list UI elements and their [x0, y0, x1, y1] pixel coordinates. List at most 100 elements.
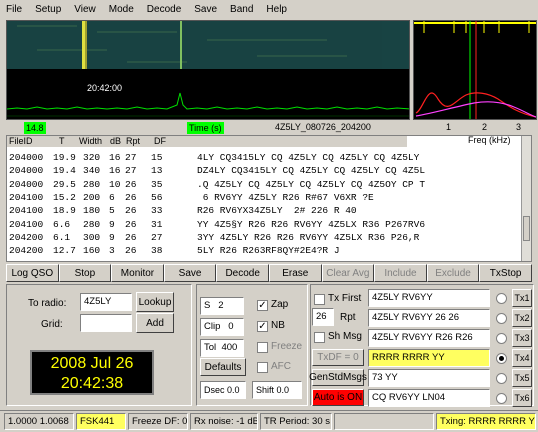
decode-df: 31 — [151, 218, 163, 230]
decode-t: 6.1 — [53, 231, 71, 243]
tx4-message[interactable]: RRRR RRRR YY — [368, 349, 490, 367]
decode-message: R26 RV6YX34Z5LY 2# 226 R 40 — [197, 205, 357, 217]
decode-df: 56 — [151, 191, 163, 203]
left-value-label: 14.8 — [24, 122, 46, 134]
zap-checkbox[interactable]: ✓ — [257, 300, 268, 311]
monitor-button[interactable]: Monitor — [111, 264, 164, 282]
decode-db: 10 — [109, 178, 121, 190]
status-ratio: 1.0000 1.0068 — [4, 413, 74, 430]
tx1-button[interactable]: Tx1 — [512, 289, 532, 307]
status-freeze: Freeze DF: 0 — [128, 413, 188, 430]
stop-button[interactable]: Stop — [58, 264, 112, 282]
decode-width: 300 — [83, 231, 101, 243]
decode-width: 200 — [83, 191, 101, 203]
header-db: dB — [110, 136, 122, 146]
rpt-label: Rpt — [340, 312, 356, 323]
afc-checkbox[interactable] — [257, 362, 268, 373]
shift-field[interactable]: Shift 0.0 — [252, 381, 302, 399]
clip-field[interactable]: Clip 0 — [200, 318, 244, 336]
tx6-button[interactable]: Tx6 — [512, 389, 532, 407]
txstop-button[interactable]: TxStop — [479, 264, 532, 282]
auto-button[interactable]: Auto is ON — [312, 389, 364, 406]
tx2-message[interactable]: 4Z5LY RV6YY 26 26 — [368, 309, 490, 327]
decode-t: 12.7 — [53, 245, 76, 257]
log-qso-button[interactable]: Log QSO — [6, 264, 59, 282]
status-spacer — [334, 413, 434, 430]
decode-message: 5LY R26 R263RF8QY#2E4?R J — [197, 245, 340, 257]
decode-t: 6.6 — [53, 218, 71, 230]
clock-time: 20:42:38 — [60, 375, 124, 392]
menu-setup[interactable]: Setup — [35, 4, 61, 15]
tx2-button[interactable]: Tx2 — [512, 309, 532, 327]
decode-db: 16 — [109, 165, 121, 177]
decode-width: 160 — [83, 245, 101, 257]
tx2-radio[interactable] — [496, 313, 507, 324]
lookup-button[interactable]: Lookup — [136, 292, 174, 312]
decode-scrollbar[interactable] — [521, 136, 531, 261]
tx3-button[interactable]: Tx3 — [512, 329, 532, 347]
dsec-field[interactable]: Dsec 0.0 — [200, 381, 246, 399]
tx5-radio[interactable] — [496, 373, 507, 384]
menu-help[interactable]: Help — [266, 4, 287, 15]
tx3-message[interactable]: 4Z5LY RV6YY R26 R26 — [368, 329, 490, 347]
decode-t: 19.9 — [53, 152, 76, 163]
tx6-radio[interactable] — [496, 393, 507, 404]
menu-save[interactable]: Save — [194, 4, 217, 15]
decode-t: 15.2 — [53, 191, 76, 203]
nb-checkbox[interactable]: ✓ — [257, 321, 268, 332]
decode-message: 3YY 4Z5LY R26 R26 RV6YY 4Z5LX R36 P26,R — [197, 231, 420, 243]
menu-band[interactable]: Band — [230, 4, 253, 15]
erase-button[interactable]: Erase — [268, 264, 322, 282]
header-width: Width — [79, 136, 103, 146]
clear-avg-button[interactable]: Clear Avg — [321, 264, 375, 282]
tx4-button[interactable]: Tx4 — [512, 349, 532, 367]
add-button[interactable]: Add — [136, 313, 174, 333]
decode-rpt: 26 — [125, 218, 137, 230]
tol-field[interactable]: Tol 400 — [200, 339, 244, 357]
spectrum-display[interactable] — [413, 20, 537, 120]
menu-view[interactable]: View — [74, 4, 96, 15]
menu-decode[interactable]: Decode — [147, 4, 181, 15]
gen-std-msgs-button[interactable]: GenStdMsgs — [309, 369, 367, 386]
decode-width: 340 — [83, 165, 101, 177]
txdf-button[interactable]: TxDF = 0 — [312, 349, 364, 366]
rpt-input[interactable]: 26 — [312, 308, 334, 326]
decode-df: 15 — [151, 152, 163, 163]
tx3-radio[interactable] — [496, 333, 507, 344]
clock-date: 2008 Jul 26 — [50, 355, 134, 372]
tx4-radio[interactable] — [496, 353, 507, 364]
file-name-label: 4Z5LY_080726_204200 — [275, 122, 371, 132]
decode-db: 5 — [109, 205, 115, 217]
grid-label: Grid: — [41, 319, 63, 330]
tx1-radio[interactable] — [496, 293, 507, 304]
menu-mode[interactable]: Mode — [109, 4, 134, 15]
tx-first-label: Tx First — [328, 293, 362, 304]
time-axis-label: Time (s) — [187, 122, 224, 134]
decoded-text-area[interactable]: FileID T Width dB Rpt DF 204000 19.9 320 16… — [6, 135, 532, 262]
decode-scroll-thumb[interactable] — [523, 216, 530, 241]
tx5-button[interactable]: Tx5 — [512, 369, 532, 387]
include-button[interactable]: Include — [374, 264, 427, 282]
decode-t: 18.9 — [53, 205, 76, 217]
tx6-message[interactable]: CQ RV6YY LN04 — [368, 389, 490, 407]
decode-df: 13 — [151, 165, 163, 177]
afc-label: AFC — [271, 361, 291, 372]
save-button[interactable]: Save — [163, 264, 217, 282]
menu-file[interactable]: File — [6, 4, 22, 15]
decode-t: 19.4 — [53, 165, 76, 177]
s-field[interactable]: S 2 — [200, 297, 244, 315]
tx1-message[interactable]: 4Z5LY RV6YY — [368, 289, 490, 307]
exclude-button[interactable]: Exclude — [426, 264, 480, 282]
decode-fileid: 204200 — [9, 231, 44, 243]
grid-input[interactable] — [80, 314, 132, 332]
decode-df: 38 — [151, 245, 163, 257]
to-radio-input[interactable]: 4Z5LY — [80, 293, 132, 311]
tx-first-checkbox[interactable] — [314, 294, 325, 305]
tx5-message[interactable]: 73 YY — [368, 369, 490, 387]
freeze-checkbox[interactable] — [257, 342, 268, 353]
waterfall-display[interactable]: 20:42:00 — [6, 20, 410, 120]
decode-button[interactable]: Decode — [216, 264, 269, 282]
defaults-button[interactable]: Defaults — [200, 358, 246, 376]
sh-msg-checkbox[interactable] — [314, 332, 325, 343]
decode-fileid: 204000 — [9, 178, 44, 190]
